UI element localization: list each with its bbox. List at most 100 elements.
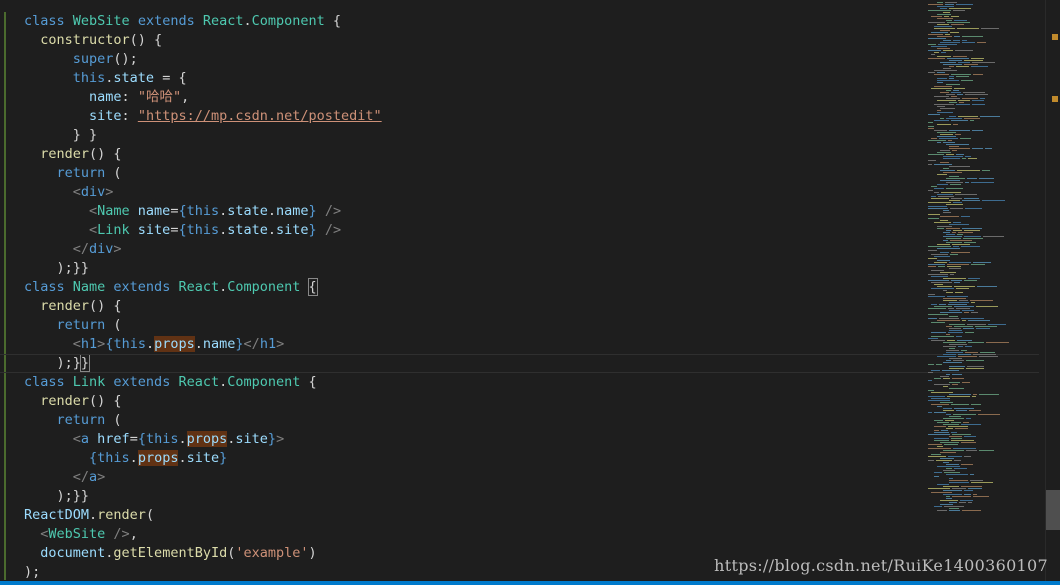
minimap-line xyxy=(931,370,940,371)
code-line[interactable]: constructor() { xyxy=(24,31,929,50)
minimap-line xyxy=(946,414,951,415)
minimap-line xyxy=(949,328,961,329)
minimap-line xyxy=(946,464,959,465)
minimap-line xyxy=(928,274,948,275)
code-line[interactable]: name: "哈哈", xyxy=(24,88,929,107)
minimap-line xyxy=(928,412,932,413)
code-line[interactable]: return ( xyxy=(24,411,929,430)
status-bar xyxy=(0,581,1060,585)
code-line[interactable]: );}} xyxy=(0,354,1039,373)
code-area[interactable]: class WebSite extends React.Component { … xyxy=(0,12,1039,582)
code-token: render xyxy=(24,393,90,409)
minimap-line xyxy=(961,424,981,425)
minimap-line xyxy=(943,346,956,347)
code-token: this xyxy=(24,70,106,86)
code-token: class xyxy=(24,13,73,29)
code-token: < xyxy=(24,203,98,219)
minimap-line xyxy=(971,58,984,59)
minimap-line xyxy=(939,138,958,139)
minimap-line xyxy=(958,232,973,233)
minimap-line xyxy=(949,102,957,103)
minimap-line xyxy=(940,42,960,43)
code-line[interactable]: {this.props.site} xyxy=(24,449,929,468)
code-line[interactable]: this.state = { xyxy=(24,69,929,88)
minimap-line xyxy=(946,292,953,293)
minimap-line xyxy=(958,346,963,347)
code-line[interactable]: render() { xyxy=(24,145,929,164)
code-line[interactable]: render() { xyxy=(24,297,929,316)
code-line[interactable]: <h1>{this.props.name}</h1> xyxy=(24,335,929,354)
code-token: return xyxy=(24,412,114,428)
code-line[interactable]: <a href={this.props.site}> xyxy=(24,430,929,449)
minimap-line xyxy=(961,216,970,217)
minimap-line xyxy=(943,142,955,143)
code-line[interactable]: <div> xyxy=(24,183,929,202)
minimap-line xyxy=(936,460,952,461)
code-token: (); xyxy=(113,51,138,67)
minimap-line xyxy=(928,202,951,203)
minimap-line xyxy=(936,364,942,365)
code-line[interactable]: return ( xyxy=(24,316,929,335)
minimap-line xyxy=(968,502,972,503)
code-token: { xyxy=(300,374,317,390)
scroll-thumb[interactable] xyxy=(1046,490,1060,530)
minimap-line xyxy=(961,464,973,465)
minimap-line xyxy=(928,208,948,209)
minimap-line xyxy=(949,60,962,61)
code-line[interactable]: <Name name={this.state.name} /> xyxy=(24,202,929,221)
minimap-line xyxy=(954,36,960,37)
minimap-line xyxy=(934,256,950,257)
minimap-line xyxy=(956,288,969,289)
code-token: </ xyxy=(243,336,260,352)
code-line[interactable]: super(); xyxy=(24,50,929,69)
vertical-scrollbar[interactable] xyxy=(1045,0,1060,585)
minimap-line xyxy=(953,124,958,125)
minimap-line xyxy=(928,266,936,267)
code-line[interactable]: ReactDOM.render( xyxy=(24,506,929,525)
minimap-line xyxy=(965,332,974,333)
minimap-line xyxy=(928,38,946,39)
minimap-line xyxy=(980,98,985,99)
minimap[interactable] xyxy=(928,0,1046,585)
minimap-line xyxy=(948,140,952,141)
code-token: );}} xyxy=(24,488,90,504)
minimap-line xyxy=(961,246,980,247)
code-line[interactable]: );}} xyxy=(24,487,929,506)
code-line[interactable]: class Name extends React.Component { xyxy=(24,278,929,297)
code-token: render xyxy=(24,298,90,314)
code-line[interactable]: site: "https://mp.csdn.net/postedit" xyxy=(24,107,929,126)
minimap-line xyxy=(940,312,962,313)
minimap-line xyxy=(940,216,959,217)
minimap-line xyxy=(972,130,983,131)
minimap-line xyxy=(967,178,977,179)
minimap-line xyxy=(946,350,959,351)
minimap-line xyxy=(949,366,965,367)
minimap-line xyxy=(949,66,954,67)
code-line[interactable]: render() { xyxy=(24,392,929,411)
code-line[interactable]: <Link site={this.state.site} /> xyxy=(24,221,929,240)
minimap-line xyxy=(955,428,968,429)
code-line[interactable]: return ( xyxy=(24,164,929,183)
code-line[interactable]: <WebSite />, xyxy=(24,525,929,544)
code-line[interactable]: </div> xyxy=(24,240,929,259)
minimap-line xyxy=(931,336,954,337)
minimap-line xyxy=(943,68,951,69)
minimap-line xyxy=(937,2,943,3)
code-line[interactable]: } } xyxy=(24,126,929,145)
minimap-line xyxy=(934,262,947,263)
code-line[interactable]: class WebSite extends React.Component { xyxy=(24,12,929,31)
code-line[interactable]: class Link extends React.Component { xyxy=(24,373,929,392)
minimap-line xyxy=(931,454,941,455)
minimap-line xyxy=(946,496,950,497)
minimap-line xyxy=(947,396,970,397)
minimap-line xyxy=(940,452,956,453)
code-line[interactable]: );}} xyxy=(24,259,929,278)
minimap-line xyxy=(966,418,971,419)
code-line[interactable]: </a> xyxy=(24,468,929,487)
minimap-line xyxy=(928,308,946,309)
code-token: ); xyxy=(24,564,41,580)
minimap-line xyxy=(940,504,953,505)
minimap-line xyxy=(928,372,933,373)
code-editor[interactable]: class WebSite extends React.Component { … xyxy=(0,0,1060,585)
minimap-line xyxy=(970,300,993,301)
